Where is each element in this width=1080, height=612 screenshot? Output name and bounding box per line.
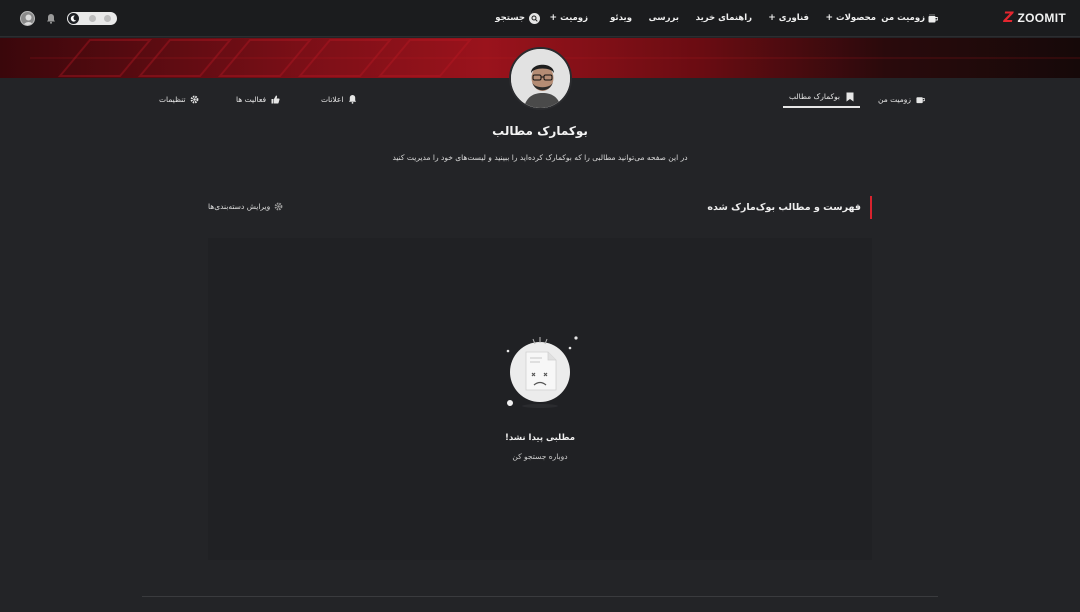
bell-icon[interactable] (45, 12, 57, 24)
nav-video[interactable]: ویدئو (610, 11, 632, 25)
sad-document-icon (500, 334, 584, 414)
top-navbar: Z ZOOMIT زومیت من محصولات + فناوری + راه… (0, 0, 1080, 37)
nav-technology-plus: + (768, 13, 776, 23)
search-icon (529, 12, 540, 24)
nav-products-plus: + (825, 13, 834, 23)
like-icon (271, 95, 280, 104)
nav-zoomit[interactable]: زومیت + (550, 11, 588, 25)
footer-divider (142, 596, 938, 597)
nav-zoomit-plus: + (549, 13, 558, 23)
page-description: در این صفحه می‌توانید مطالبی را که بوکما… (392, 153, 688, 162)
bell-icon (348, 94, 357, 104)
nav-buying-guide-label: راهنمای خرید (695, 13, 752, 23)
nav-my-zoomit-label: زومیت من (881, 13, 925, 23)
search-button[interactable]: جستجو (495, 11, 540, 25)
zoomit-logo-mark: Z (1003, 10, 1014, 26)
tab-my-zoomit[interactable]: زومیت من (878, 90, 925, 108)
tab-bookmarks[interactable]: بوکمارک مطالب (783, 90, 860, 108)
user-avatar[interactable] (20, 10, 35, 26)
nav-zoomit-label: زومیت (560, 13, 588, 23)
tab-notifications[interactable]: اعلانات (321, 90, 357, 108)
tab-my-zoomit-label: زومیت من (878, 94, 911, 104)
zoomit-logo[interactable]: Z ZOOMIT (1003, 10, 1066, 26)
theme-toggle[interactable] (67, 11, 117, 25)
user-controls (20, 10, 117, 26)
search-label: جستجو (495, 13, 525, 23)
bookmarks-section-heading-label: فهرست و مطالب بوک‌مارک شده (707, 202, 861, 213)
edit-categories-button[interactable]: ویرایش دسته‌بندی‌ها (208, 202, 283, 211)
tab-settings[interactable]: تنظیمات (159, 90, 199, 108)
nav-technology[interactable]: فناوری + (768, 11, 809, 25)
tab-activities[interactable]: فعالیت ها (236, 90, 280, 108)
mug-icon (916, 95, 925, 104)
nav-products[interactable]: محصولات + (825, 11, 876, 25)
moon-icon (68, 12, 79, 24)
tab-settings-label: تنظیمات (159, 94, 186, 104)
profile-avatar[interactable] (509, 47, 572, 110)
nav-review-label: بررسی (648, 13, 679, 23)
tab-activities-label: فعالیت ها (236, 94, 267, 104)
edit-categories-label: ویرایش دسته‌بندی‌ها (208, 202, 271, 211)
tab-bookmarks-label: بوکمارک مطالب (789, 92, 840, 101)
nav-products-label: محصولات (836, 13, 876, 23)
nav-my-zoomit[interactable]: زومیت من (881, 11, 938, 25)
bookmarks-section-heading: فهرست و مطالب بوک‌مارک شده (707, 196, 872, 219)
gear-icon (274, 202, 283, 211)
nav-video-label: ویدئو (610, 13, 632, 23)
gear-icon (190, 95, 199, 104)
nav-buying-guide[interactable]: راهنمای خرید (696, 11, 752, 25)
empty-state-subtitle: دوباره جستجو کن (512, 452, 568, 461)
tab-notifications-label: اعلانات (321, 94, 344, 104)
nav-technology-label: فناوری (778, 13, 809, 23)
theme-toggle-dot (89, 14, 96, 22)
nav-review[interactable]: بررسی (649, 11, 679, 25)
bookmark-icon (845, 92, 854, 101)
page-title: بوکمارک مطالب (492, 124, 588, 138)
zoomit-logo-text: ZOOMIT (1017, 11, 1066, 25)
theme-toggle-dot (104, 14, 111, 22)
empty-state-title: مطلبی پیدا نشد! (504, 433, 576, 443)
mug-icon (928, 13, 938, 23)
